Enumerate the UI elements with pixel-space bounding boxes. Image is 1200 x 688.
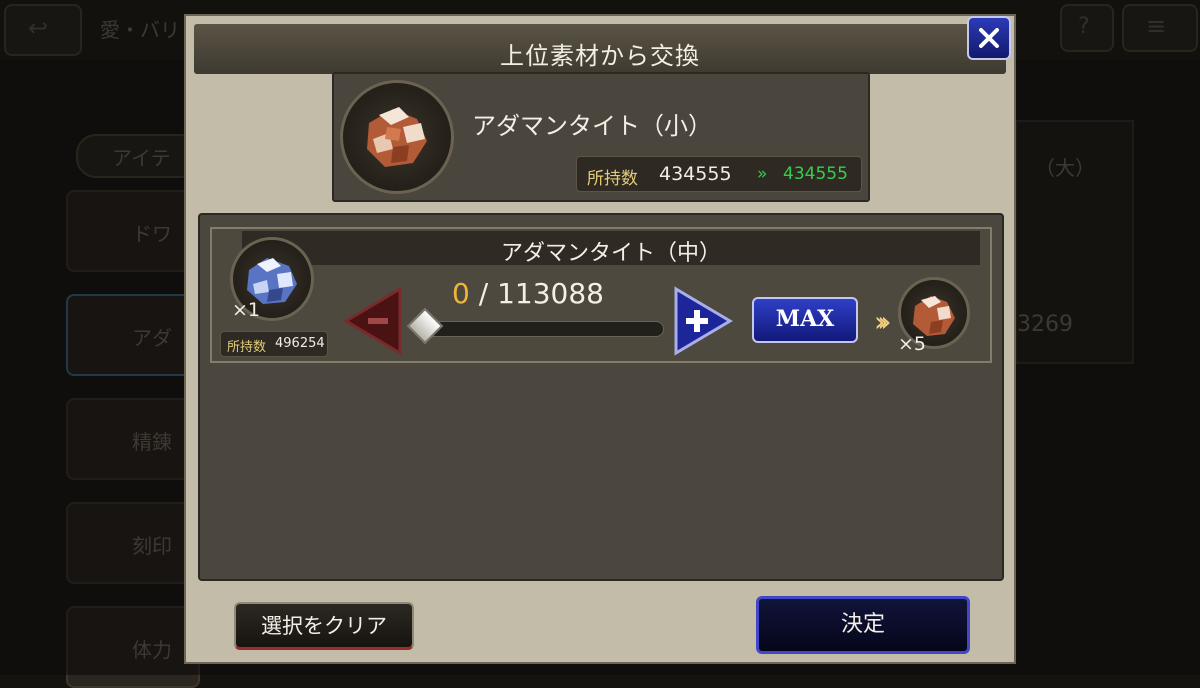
owned-label: 所持数 bbox=[587, 169, 638, 189]
plus-icon bbox=[674, 286, 733, 356]
minus-icon bbox=[343, 286, 402, 356]
row-header: アダマンタイト（中） bbox=[242, 231, 980, 266]
confirm-button[interactable]: 決定 bbox=[756, 596, 970, 654]
list-item: アダマンタイト（中） ×1 所持数 496254 0 / 113088 MAX … bbox=[210, 227, 992, 363]
target-item-card: アダマンタイト（小） 所持数 434555 » 434555 bbox=[332, 72, 870, 202]
selected-count: 0 bbox=[452, 277, 470, 310]
quantity-counter: 0 / 113088 bbox=[452, 277, 604, 310]
increase-arrow-icon: » bbox=[757, 164, 768, 184]
source-owned-box: 所持数 496254 bbox=[220, 331, 328, 357]
decrease-button[interactable] bbox=[342, 285, 404, 357]
quantity-slider[interactable] bbox=[420, 321, 664, 337]
target-owned-box: 所持数 434555 » 434555 bbox=[576, 156, 862, 192]
exchange-list: アダマンタイト（中） ×1 所持数 496254 0 / 113088 MAX … bbox=[198, 213, 1004, 581]
yield-quantity: ×5 bbox=[898, 333, 927, 355]
target-item-name: アダマンタイト（小） bbox=[472, 112, 712, 140]
source-owned-value: 496254 bbox=[275, 336, 325, 351]
exchange-dialog: 上位素材から交換 アダマンタイト（小） 所持数 434555 » 434555 bbox=[184, 14, 1016, 664]
dialog-header: 上位素材から交換 bbox=[194, 24, 1006, 74]
adamantite-small-icon bbox=[340, 80, 454, 194]
owned-after-value: 434555 bbox=[783, 164, 848, 184]
yield-arrow-icon: ››› bbox=[874, 305, 891, 338]
source-owned-label: 所持数 bbox=[227, 340, 267, 355]
increase-button[interactable] bbox=[672, 285, 734, 357]
max-button[interactable]: MAX bbox=[752, 297, 858, 343]
slider-handle[interactable] bbox=[406, 307, 444, 345]
source-quantity: ×1 bbox=[232, 299, 261, 321]
owned-value: 434555 bbox=[659, 163, 732, 185]
source-item-name: アダマンタイト（中） bbox=[500, 241, 721, 266]
count-separator: / bbox=[478, 277, 489, 310]
clear-selection-button[interactable]: 選択をクリア bbox=[234, 602, 414, 650]
dialog-title: 上位素材から交換 bbox=[500, 42, 700, 70]
close-icon bbox=[979, 28, 999, 48]
close-button[interactable] bbox=[967, 16, 1011, 60]
max-count: 113088 bbox=[497, 277, 604, 310]
